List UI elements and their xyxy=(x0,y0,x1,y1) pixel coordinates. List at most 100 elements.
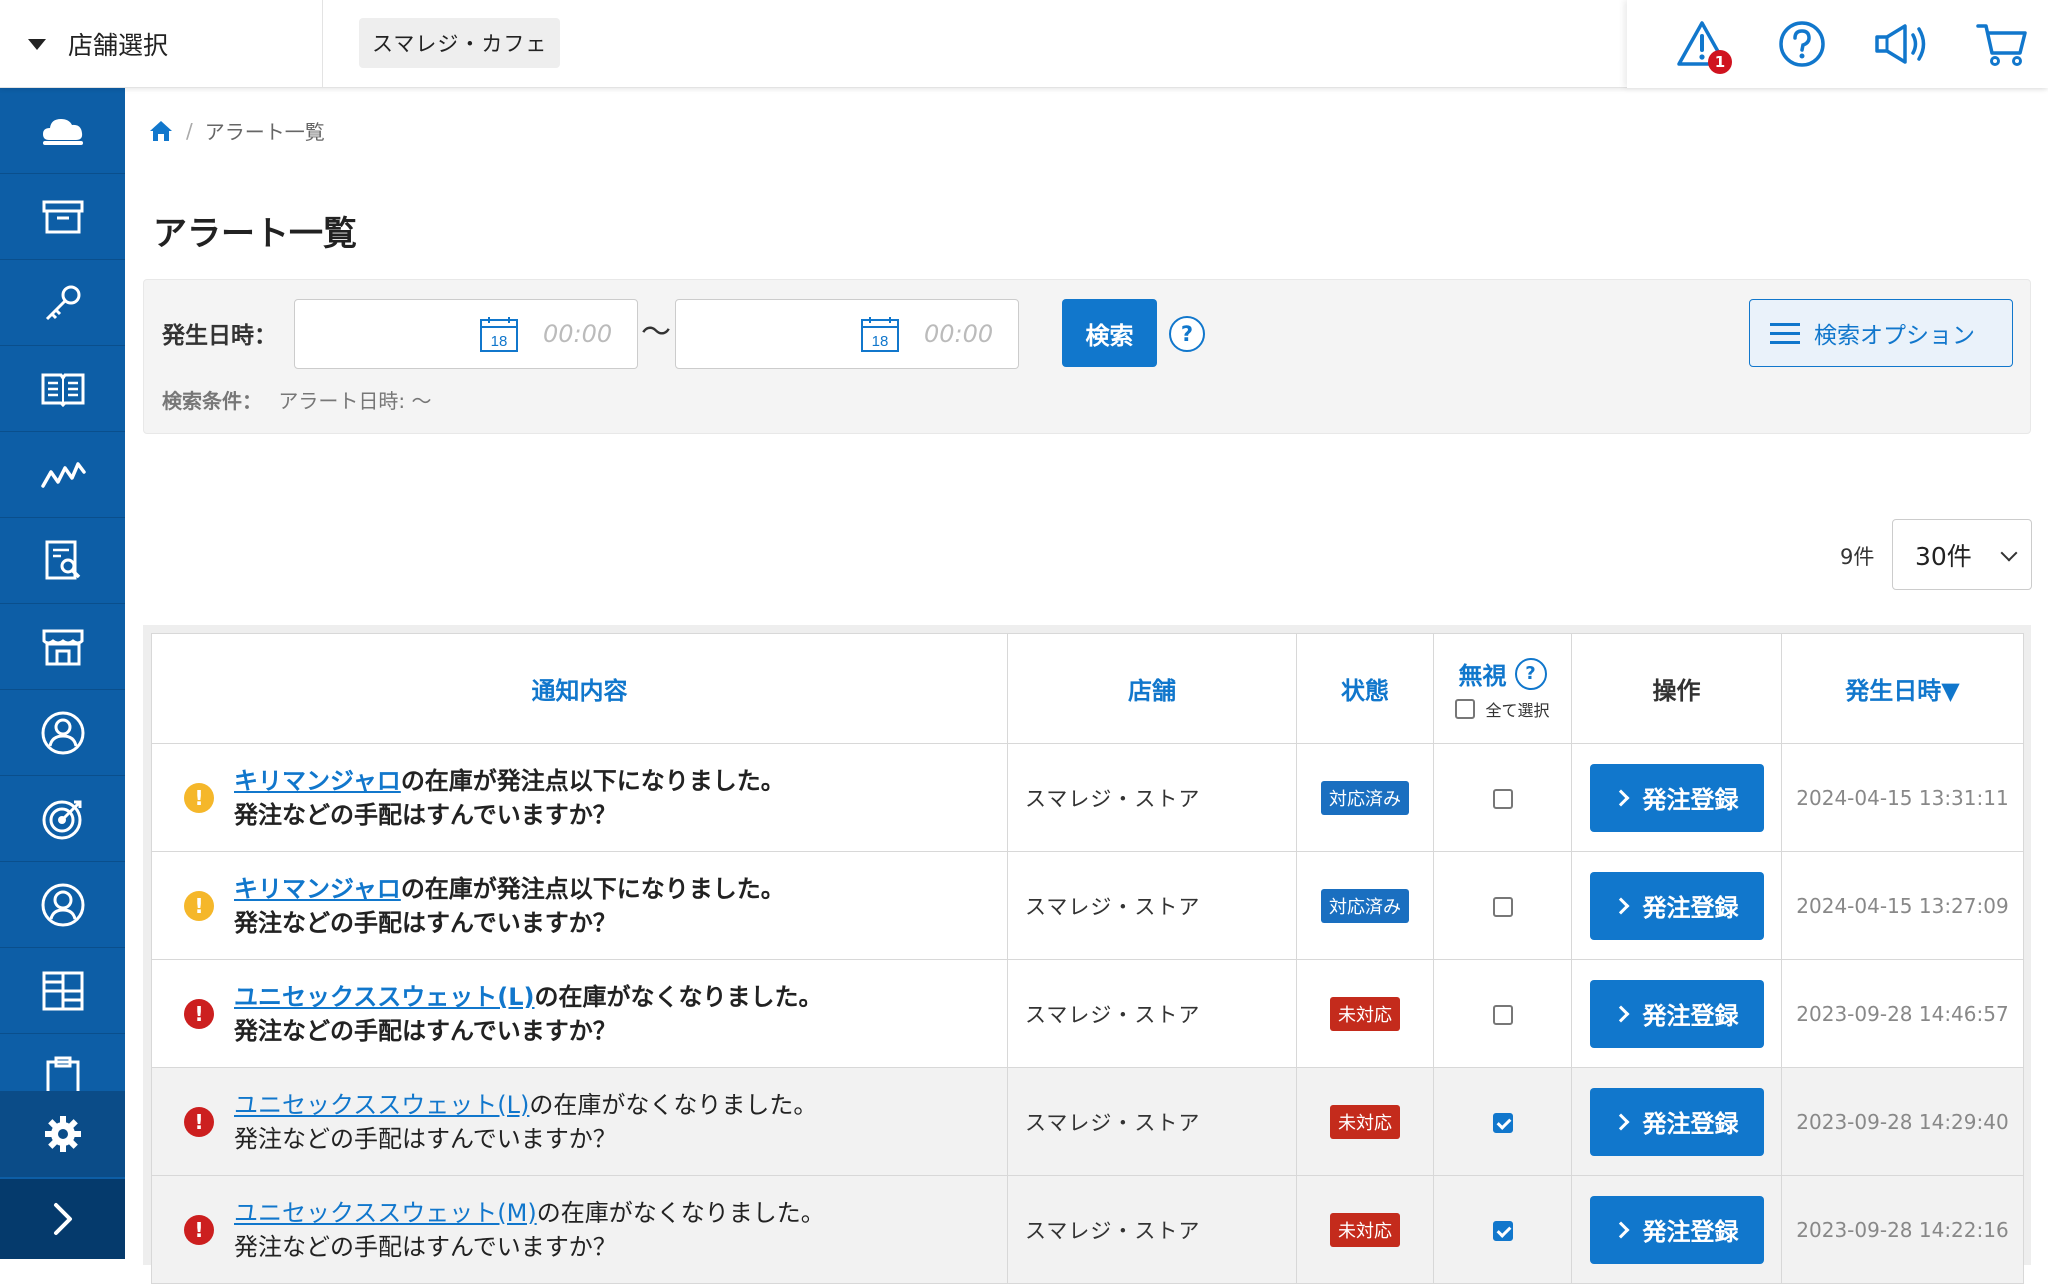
time-from-placeholder: 00:00 xyxy=(543,320,613,348)
select-all-label: 全て選択 xyxy=(1485,701,1550,720)
ignore-checkbox[interactable] xyxy=(1492,1004,1513,1025)
alert-message-line2: 発注などの手配はすんでいますか？ xyxy=(234,908,617,937)
action-cell: 発注登録 xyxy=(1571,743,1782,852)
ignore-checkbox[interactable] xyxy=(1492,896,1513,917)
order-register-button[interactable]: 発注登録 xyxy=(1589,979,1764,1048)
table-header-row: 通知内容 店舗 状態 無視 ? 全て選択 操作 発生日時▼ xyxy=(151,633,2024,744)
header-store[interactable]: 店舗 xyxy=(1007,633,1297,744)
chevron-right-icon xyxy=(1612,1005,1629,1022)
user-circle-icon xyxy=(41,711,84,754)
alert-table-container: 通知内容 店舗 状態 無視 ? 全て選択 操作 発生日時▼ ! キリマンジャロの在… xyxy=(143,625,2031,1284)
gear-icon xyxy=(44,1116,81,1152)
chart-line-icon xyxy=(40,461,86,488)
sidebar-item-apps[interactable] xyxy=(0,948,125,1034)
date-filter-label: 発生日時： xyxy=(162,323,277,349)
header-content[interactable]: 通知内容 xyxy=(151,633,1008,744)
alert-message: ユニセックススウェット(L)の在庫がなくなりました。 発注などの手配はすんでいます… xyxy=(234,980,823,1048)
store-select-toggle[interactable]: 店舗選択 xyxy=(0,0,323,88)
order-register-label: 発注登録 xyxy=(1642,1110,1739,1138)
order-register-button[interactable]: 発注登録 xyxy=(1589,763,1764,832)
store-select-label: 店舗選択 xyxy=(68,31,169,60)
sidebar-item-cloud[interactable] xyxy=(0,88,125,174)
status-badge: 未対応 xyxy=(1330,996,1400,1031)
alerts-button[interactable]: 1 xyxy=(1672,14,1732,74)
ignore-help-icon[interactable]: ? xyxy=(1514,657,1547,690)
date-cell: 2023-09-28 14:29:40 xyxy=(1781,1067,2024,1176)
sidebar-item-archive[interactable] xyxy=(0,174,125,260)
cart-button[interactable] xyxy=(1972,14,2032,74)
status-cell: 未対応 xyxy=(1296,1175,1434,1284)
header-date[interactable]: 発生日時▼ xyxy=(1781,633,2024,744)
archive-icon xyxy=(42,200,83,233)
sidebar-item-report[interactable] xyxy=(0,518,125,604)
product-link[interactable]: キリマンジャロ xyxy=(234,767,401,795)
table-row: ! ユニセックススウェット(L)の在庫がなくなりました。 発注などの手配はすんでいま… xyxy=(151,1067,2024,1176)
date-from-input[interactable]: 18 00:00 xyxy=(294,299,638,369)
store-cell: スマレジ・ストア xyxy=(1007,959,1297,1068)
target-icon xyxy=(42,800,81,839)
order-register-button[interactable]: 発注登録 xyxy=(1589,1195,1764,1264)
sidebar-item-staff[interactable] xyxy=(0,862,125,948)
search-button[interactable]: 検索 xyxy=(1062,299,1157,367)
sidebar-item-store[interactable] xyxy=(0,604,125,690)
date-cell: 2023-09-28 14:22:16 xyxy=(1781,1175,2024,1284)
sidebar-item-customer[interactable] xyxy=(0,690,125,776)
header-action: 操作 xyxy=(1571,633,1782,744)
order-register-button[interactable]: 発注登録 xyxy=(1589,1087,1764,1156)
status-cell: 未対応 xyxy=(1296,1067,1434,1176)
alert-content-cell: ! キリマンジャロの在庫が発注点以下になりました。 発注などの手配はすんでいますか？ xyxy=(151,851,1008,960)
per-page-select[interactable]: 30件 xyxy=(1892,519,2032,590)
action-cell: 発注登録 xyxy=(1571,959,1782,1068)
status-badge: 未対応 xyxy=(1330,1212,1400,1247)
product-link[interactable]: ユニセックススウェット(L) xyxy=(234,1091,529,1119)
status-badge: 未対応 xyxy=(1330,1104,1400,1139)
store-cell: スマレジ・ストア xyxy=(1007,1175,1297,1284)
ignore-checkbox[interactable] xyxy=(1492,1112,1513,1133)
alert-content-cell: ! ユニセックススウェット(L)の在庫がなくなりました。 発注などの手配はすんでいま… xyxy=(151,1067,1008,1176)
product-link[interactable]: ユニセックススウェット(L) xyxy=(234,983,535,1011)
page-title: アラート一覧 xyxy=(153,214,357,254)
announcements-button[interactable] xyxy=(1872,14,1932,74)
status-cell: 未対応 xyxy=(1296,959,1434,1068)
sidebar-item-analytics[interactable] xyxy=(0,432,125,518)
sidebar-item-target[interactable] xyxy=(0,776,125,862)
order-register-button[interactable]: 発注登録 xyxy=(1589,871,1764,940)
settings-button[interactable] xyxy=(0,1091,125,1177)
date-cell: 2023-09-28 14:46:57 xyxy=(1781,959,2024,1068)
header-status[interactable]: 状態 xyxy=(1296,633,1434,744)
home-icon[interactable] xyxy=(148,119,174,143)
product-link[interactable]: ユニセックススウェット(M) xyxy=(234,1199,537,1227)
caret-down-icon xyxy=(28,38,46,50)
calendar-icon[interactable]: 18 xyxy=(479,315,519,353)
order-register-label: 発注登録 xyxy=(1642,1002,1739,1030)
product-link[interactable]: キリマンジャロ xyxy=(234,875,401,903)
search-help-icon[interactable]: ? xyxy=(1169,316,1205,352)
select-all-checkbox[interactable] xyxy=(1455,699,1476,719)
search-conditions-label: 検索条件： xyxy=(162,389,262,413)
error-icon: ! xyxy=(184,1106,214,1137)
alert-table: 通知内容 店舗 状態 無視 ? 全て選択 操作 発生日時▼ ! キリマンジャロの在… xyxy=(151,633,2024,1284)
sidebar-item-book[interactable] xyxy=(0,346,125,432)
ignore-checkbox[interactable] xyxy=(1492,1220,1513,1241)
sidebar-expand-button[interactable] xyxy=(0,1179,125,1259)
date-to-input[interactable]: 18 00:00 xyxy=(675,299,1019,369)
status-badge: 対応済み xyxy=(1321,780,1409,815)
help-button[interactable] xyxy=(1772,14,1832,74)
chevron-down-icon xyxy=(2000,544,2018,562)
alert-message-line1: の在庫が発注点以下になりました。 xyxy=(400,874,785,903)
sidebar-item-key[interactable] xyxy=(0,260,125,346)
result-count: 9件 xyxy=(1840,545,1875,569)
sidebar xyxy=(0,88,125,1259)
menu-icon xyxy=(1770,317,1800,350)
warning-icon: ! xyxy=(184,782,214,813)
header-ignore-label[interactable]: 無視 xyxy=(1459,656,1507,691)
grid-icon xyxy=(42,971,83,1010)
top-icon-group: 1 xyxy=(1627,0,2048,88)
help-circle-icon xyxy=(1779,21,1825,67)
search-options-button[interactable]: 検索オプション xyxy=(1749,299,2013,367)
action-cell: 発注登録 xyxy=(1571,1175,1782,1284)
ignore-checkbox[interactable] xyxy=(1492,788,1513,809)
cart-icon xyxy=(1976,24,2027,66)
calendar-icon[interactable]: 18 xyxy=(860,315,900,353)
error-icon: ! xyxy=(184,1214,214,1245)
